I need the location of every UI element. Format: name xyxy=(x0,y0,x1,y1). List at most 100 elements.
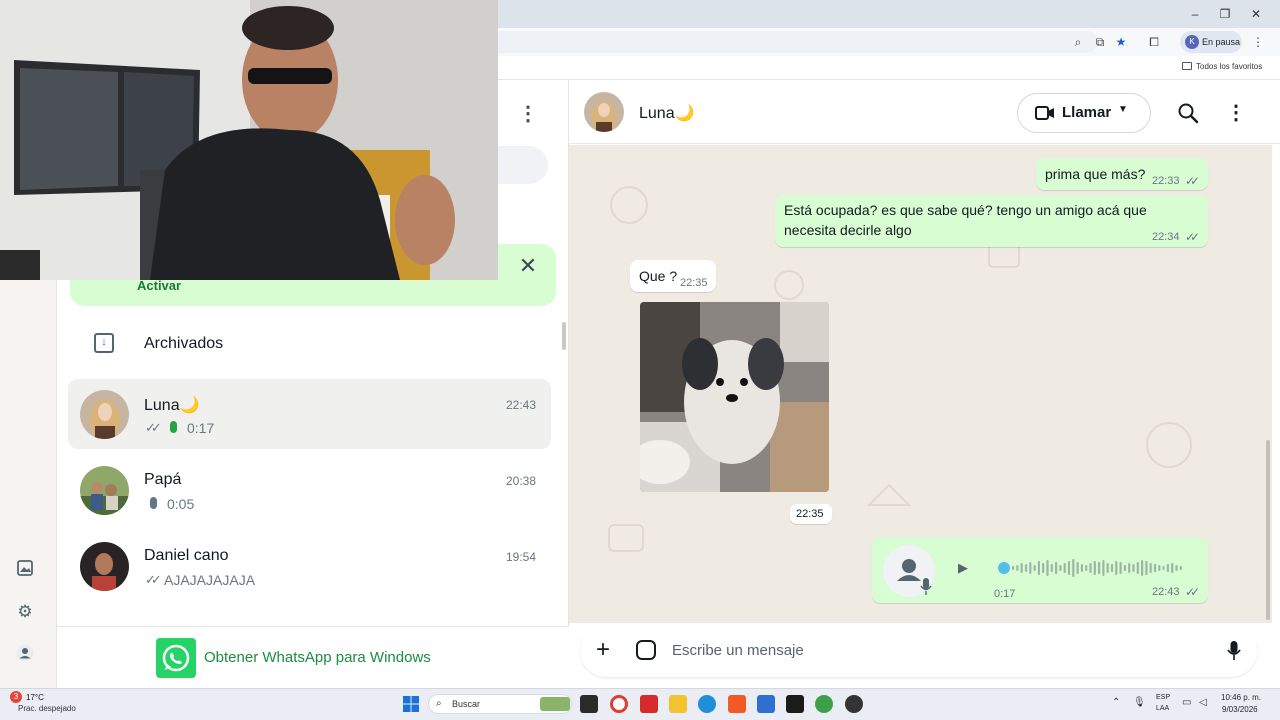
message-text: Está ocupada? es que sabe qué? tengo un … xyxy=(784,202,1147,238)
waveform-bar xyxy=(1166,564,1169,572)
webcam-overlay xyxy=(0,0,498,280)
chat-time: 19:54 xyxy=(506,550,537,564)
message-input[interactable]: Escribe un mensaje xyxy=(672,642,804,659)
chat-name: Papá xyxy=(144,471,182,488)
install-app-icon[interactable]: ⧉ xyxy=(1092,34,1108,50)
conversation-scrollbar[interactable] xyxy=(1266,440,1270,620)
browser-menu-icon[interactable]: ⋮ xyxy=(1250,34,1266,50)
weather-temperature[interactable]: 17°C xyxy=(26,693,44,702)
read-ticks-icon: ✓✓ xyxy=(1185,585,1200,599)
get-whatsapp-windows-link[interactable]: Obtener WhatsApp para Windows xyxy=(204,649,431,666)
media-app-icon[interactable] xyxy=(640,695,658,713)
waveform-bar xyxy=(1128,563,1131,573)
attach-plus-icon[interactable]: + xyxy=(596,638,610,662)
windows-start-icon[interactable] xyxy=(403,696,419,712)
edge-icon[interactable] xyxy=(698,695,716,713)
voice-record-mic-icon[interactable] xyxy=(1226,640,1242,662)
waveform-bar xyxy=(1136,562,1139,574)
contact-avatar[interactable] xyxy=(584,92,624,132)
conversation-menu-icon[interactable]: ⋮ xyxy=(1226,100,1246,124)
activate-notifications-link[interactable]: Activar xyxy=(137,278,181,293)
message-text: Que ? xyxy=(639,268,678,284)
waveform-bar xyxy=(1024,564,1028,572)
message-time: 22:33 xyxy=(1152,175,1180,187)
obs-icon[interactable] xyxy=(845,695,863,713)
minimize-button[interactable]: – xyxy=(1180,4,1210,24)
all-bookmarks-link[interactable]: Todos los favoritos xyxy=(1196,62,1262,71)
voice-progress-handle[interactable] xyxy=(998,562,1010,574)
photo-time: 22:35 xyxy=(796,508,824,520)
waveform-bar xyxy=(1055,562,1058,574)
bookmark-star-icon[interactable]: ★ xyxy=(1113,34,1129,50)
archive-icon: ↓ xyxy=(94,333,114,353)
sticker-icon[interactable] xyxy=(636,640,656,660)
waveform-bar xyxy=(1115,561,1118,575)
waveform-bar xyxy=(1123,565,1126,571)
mic-icon xyxy=(920,578,932,596)
weather-description[interactable]: Prac. despejado xyxy=(18,704,76,713)
chat-row-daniel[interactable] xyxy=(68,531,551,601)
close-icon[interactable]: ✕ xyxy=(516,254,540,278)
keyboard-layout-indicator[interactable]: LAA xyxy=(1156,705,1169,712)
waveform-bar xyxy=(1063,563,1066,573)
language-indicator[interactable]: ESP xyxy=(1156,694,1170,701)
extensions-icon[interactable]: ⧠ xyxy=(1146,34,1162,50)
message-time: 22:34 xyxy=(1152,231,1180,243)
waveform-bar xyxy=(1080,564,1083,572)
whatsapp-logo-icon xyxy=(156,638,196,678)
task-view-icon[interactable] xyxy=(580,695,598,713)
chat-row-papa[interactable] xyxy=(68,455,551,525)
waveform-bar xyxy=(1141,560,1144,576)
profile-icon[interactable] xyxy=(14,644,36,666)
settings-gear-icon[interactable]: ⚙ xyxy=(14,601,36,623)
avatar xyxy=(80,466,129,515)
waveform-bar xyxy=(1076,562,1079,574)
read-ticks-icon: ✓✓ xyxy=(145,420,162,435)
mic-icon xyxy=(150,497,157,509)
waveform-bar xyxy=(1102,560,1105,576)
chat-time: 22:43 xyxy=(506,398,537,412)
chrome-icon[interactable] xyxy=(610,695,628,713)
search-highlight-icon xyxy=(540,697,570,711)
message-text: prima que más? xyxy=(1045,166,1146,182)
chat-row-luna[interactable] xyxy=(68,379,551,449)
bookmarks-bar xyxy=(498,56,1280,80)
brave-icon[interactable] xyxy=(728,695,746,713)
clock-date[interactable]: 9/03/2026 xyxy=(1222,705,1258,714)
chat-preview: 0:05 xyxy=(167,496,195,512)
tiktok-icon[interactable] xyxy=(786,695,804,713)
waveform-bar xyxy=(1153,564,1157,572)
restore-button[interactable]: ❐ xyxy=(1210,4,1240,24)
waveform-bar xyxy=(1067,561,1071,575)
waveform-bar xyxy=(1119,562,1122,574)
chat-preview: 0:17 xyxy=(187,420,215,436)
chevron-up-icon[interactable]: ⌃ xyxy=(1112,697,1120,708)
app-icon[interactable] xyxy=(815,695,833,713)
dog-photo-message[interactable] xyxy=(640,302,829,492)
voice-waveform[interactable] xyxy=(1012,558,1188,578)
chat-list-menu-icon[interactable]: ⋮ xyxy=(518,101,538,125)
archived-chats-link[interactable]: Archivados xyxy=(144,335,223,353)
chevron-down-icon[interactable]: ▼ xyxy=(1118,104,1128,115)
chat-list-scrollbar[interactable] xyxy=(562,322,566,350)
network-icon[interactable]: ▭ xyxy=(1182,697,1191,708)
waveform-bar xyxy=(1042,563,1045,573)
store-icon[interactable] xyxy=(757,695,775,713)
folder-icon xyxy=(1182,62,1192,70)
chat-name: Luna🌙 xyxy=(144,397,200,414)
contact-name[interactable]: Luna🌙 xyxy=(639,103,695,123)
address-bar[interactable] xyxy=(498,31,1098,53)
waveform-bar xyxy=(1029,562,1032,574)
microphone-tray-icon[interactable]: 🎙 xyxy=(1133,697,1146,708)
waveform-bar xyxy=(1106,563,1109,573)
waveform-bar xyxy=(1179,566,1182,570)
clock-time[interactable]: 10:46 p. m. xyxy=(1221,693,1261,702)
zoom-icon[interactable]: ⌕ xyxy=(1070,34,1086,50)
media-gallery-icon[interactable] xyxy=(14,558,36,580)
chat-search-input[interactable] xyxy=(498,146,548,184)
search-icon[interactable] xyxy=(1176,101,1200,125)
play-icon[interactable]: ▶ xyxy=(958,560,968,576)
volume-icon[interactable]: ◁ xyxy=(1199,697,1207,708)
close-window-button[interactable]: ✕ xyxy=(1241,4,1271,24)
file-explorer-icon[interactable] xyxy=(669,695,687,713)
